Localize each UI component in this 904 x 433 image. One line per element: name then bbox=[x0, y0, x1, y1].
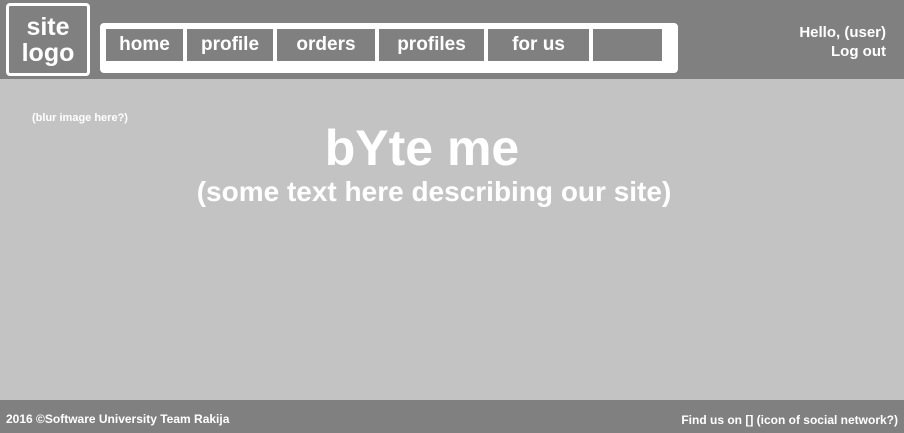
footer-social[interactable]: Find us on [] (icon of social network?) bbox=[681, 413, 898, 427]
main-nav: home profile orders profiles for us bbox=[100, 23, 678, 73]
hero-title: bYte me bbox=[324, 120, 520, 176]
user-greeting: Hello, (user) bbox=[799, 24, 886, 41]
nav-empty[interactable] bbox=[593, 29, 662, 61]
nav-for-us[interactable]: for us bbox=[488, 29, 589, 61]
logout-link[interactable]: Log out bbox=[799, 42, 886, 61]
site-logo[interactable]: site logo bbox=[6, 3, 90, 76]
footer-copyright: 2016 ©Software University Team Rakija bbox=[6, 412, 230, 426]
site-header: site logo home profile orders profiles f… bbox=[0, 0, 904, 79]
nav-home[interactable]: home bbox=[106, 29, 183, 61]
nav-profile[interactable]: profile bbox=[187, 29, 273, 61]
user-panel: Hello, (user) Log out bbox=[799, 23, 886, 61]
nav-orders[interactable]: orders bbox=[277, 29, 375, 61]
site-footer: 2016 ©Software University Team Rakija Fi… bbox=[0, 400, 904, 433]
hero-subtitle: (some text here describing our site) bbox=[196, 176, 672, 207]
nav-profiles[interactable]: profiles bbox=[379, 29, 484, 61]
